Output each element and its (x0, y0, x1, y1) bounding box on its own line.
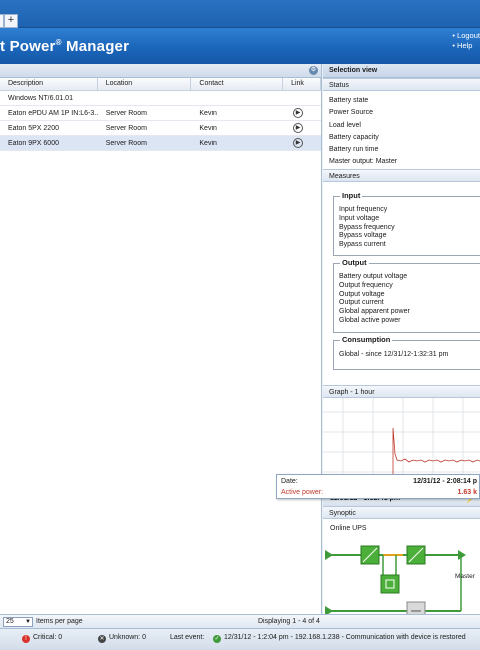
open-link-icon[interactable]: ▶ (293, 108, 304, 118)
graph-tooltip: Date: 12/31/12 - 2:08:14 p Active power:… (276, 474, 480, 499)
open-link-icon[interactable]: ▶ (293, 138, 304, 148)
logout-link[interactable]: Logout (452, 31, 480, 41)
tooltip-date-label: Date: (281, 478, 298, 485)
status-item: Load level (329, 121, 361, 129)
col-location[interactable]: Location (98, 78, 192, 90)
pagination-bar: 25 ▼ Items per page Displaying 1 - 4 of … (0, 614, 480, 628)
cell-description: Eaton 5PX 2200 (8, 124, 59, 132)
synoptic-diagram: Online UPS Master (323, 519, 480, 614)
measures-section-header[interactable]: Measures (323, 169, 480, 182)
measure-item: Global active power (339, 316, 401, 324)
status-section: Battery state Power Source Load level Ba… (323, 91, 480, 169)
status-item: Master output: Master (329, 158, 398, 166)
status-bar: ! Critical: 0 ✕ Unknown: 0 Last event: ✓ 12… (0, 628, 480, 650)
add-tab-button[interactable]: + (4, 14, 18, 28)
graph-section-header[interactable]: Graph - 1 hour (323, 385, 480, 398)
last-events-label: Last event: (170, 634, 205, 641)
status-item: Battery capacity (329, 133, 379, 141)
measure-item: Bypass current (339, 241, 386, 249)
cell-contact: Kevin (199, 139, 217, 147)
status-item: Power Source (329, 109, 373, 117)
status-section-header[interactable]: Status (323, 78, 480, 91)
table-row-selected[interactable]: Eaton 9PX 6000 Server Room Kevin ▶ (0, 136, 321, 151)
header-links: Logout Help (452, 31, 480, 51)
consumption-text: Global - since 12/31/12-1:32:31 pm (339, 351, 449, 358)
table-row[interactable]: Eaton 5PX 2200 Server Room Kevin ▶ (0, 121, 321, 136)
measure-item: Output voltage (339, 290, 385, 298)
col-contact[interactable]: Contact (191, 78, 284, 90)
status-item: Battery state (329, 97, 369, 104)
synoptic-section-header[interactable]: Synoptic (323, 506, 480, 519)
col-description[interactable]: Description (0, 78, 98, 90)
measure-item: Global apparent power (339, 308, 410, 316)
selection-view-panel: Selection view Status Battery state Powe… (323, 64, 480, 614)
cell-contact: Kevin (199, 124, 217, 132)
status-item: Battery run time (329, 146, 379, 154)
measure-item: Output current (339, 299, 384, 307)
output-legend: Output (340, 258, 369, 267)
cell-description: Eaton 9PX 6000 (8, 139, 59, 147)
measure-item: Bypass voltage (339, 232, 387, 240)
measure-item: Bypass frequency (339, 223, 395, 231)
page-size-select[interactable]: 25 ▼ (3, 617, 33, 627)
tooltip-power-label: Active power: (281, 489, 324, 496)
col-link[interactable]: Link (283, 78, 321, 90)
open-link-icon[interactable]: ▶ (293, 123, 304, 133)
cell-location: Server Room (105, 109, 147, 117)
measure-item: Battery output voltage (339, 273, 408, 280)
chevron-down-icon: ▼ (25, 619, 31, 625)
critical-icon: ! (22, 635, 30, 643)
input-group: Input Input frequency Input voltage Bypa… (333, 191, 480, 256)
consumption-legend: Consumption (340, 335, 393, 344)
cell-description: Eaton ePDU AM 1P IN:L6-3... (8, 109, 98, 117)
list-toolbar: ⚙ (0, 64, 321, 78)
output-group: Output Battery output voltage Output fre… (333, 258, 480, 333)
synoptic-type: Online UPS (330, 525, 367, 532)
critical-count[interactable]: ! Critical: 0 (22, 634, 62, 643)
unknown-icon: ✕ (98, 635, 106, 643)
consumption-group: Consumption Global - since 12/31/12-1:32… (333, 335, 480, 370)
tooltip-date-value: 12/31/12 - 2:08:14 p (413, 478, 477, 485)
items-per-page-label: Items per page (36, 618, 83, 625)
device-list-panel: ⚙ Description Location Contact Link Wind… (0, 64, 322, 614)
grid-header: Description Location Contact Link (0, 78, 321, 91)
table-row[interactable]: Windows NT/6.01.01 (0, 91, 321, 106)
measure-item: Output frequency (339, 281, 393, 289)
table-row[interactable]: Eaton ePDU AM 1P IN:L6-3... Server Room … (0, 106, 321, 121)
displaying-count: Displaying 1 - 4 of 4 (258, 618, 320, 625)
app-header: t Power® Manager Logout Help (0, 28, 480, 64)
input-legend: Input (340, 191, 363, 200)
app-title: t Power® Manager (0, 38, 130, 55)
cell-location: Server Room (105, 124, 147, 132)
cell-description: Windows NT/6.01.01 (8, 94, 73, 102)
measures-section: Input Input frequency Input voltage Bypa… (323, 182, 480, 385)
last-event[interactable]: ✓ 12/31/12 - 1:2:04 pm - 192.168.1.238 - … (213, 634, 466, 643)
cell-location: Server Room (105, 139, 147, 147)
measure-item: Input voltage (339, 214, 380, 222)
page-size-value: 25 (6, 618, 14, 625)
column-settings-icon[interactable]: ⚙ (309, 66, 318, 75)
measure-item: Input frequency (339, 206, 388, 213)
tooltip-power-value: 1.63 k (457, 489, 477, 496)
ok-check-icon: ✓ (213, 635, 221, 643)
cell-contact: Kevin (199, 109, 217, 117)
unknown-count[interactable]: ✕ Unknown: 0 (98, 634, 146, 643)
help-link[interactable]: Help (452, 41, 480, 51)
browser-tab-strip: + (0, 0, 480, 28)
master-label: Master (455, 573, 475, 580)
selection-view-title: Selection view (323, 64, 480, 78)
